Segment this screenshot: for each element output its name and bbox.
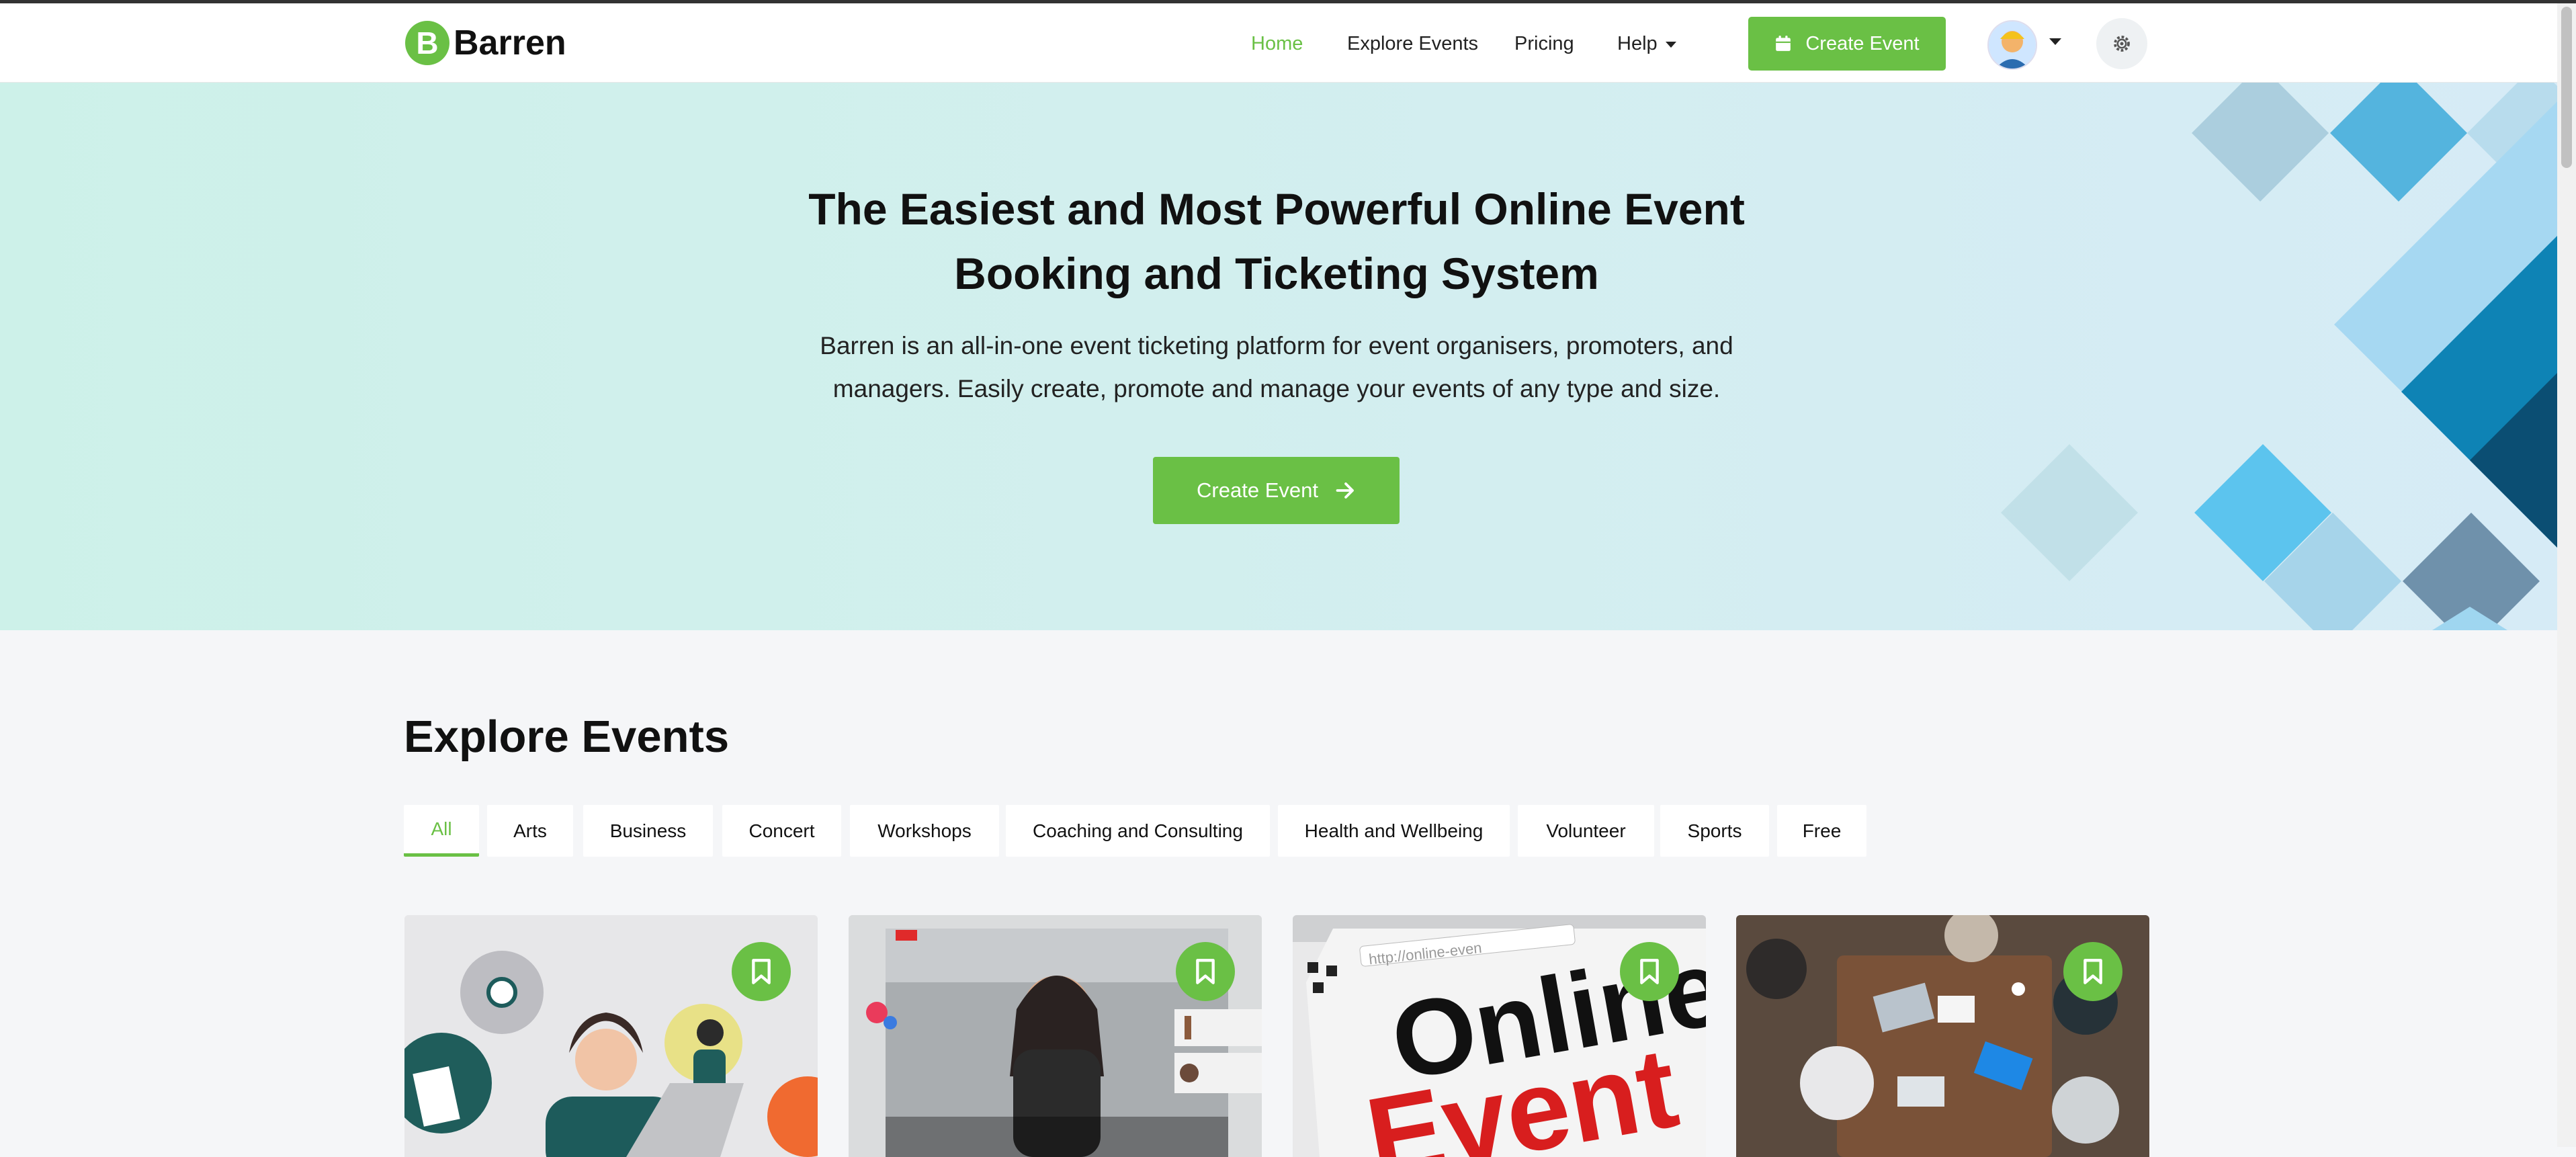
top-navbar: B Barren Home Explore Events Pricing Hel… [0,3,2557,83]
bookmark-button[interactable] [1176,942,1235,1001]
tab-health-wellbeing[interactable]: Health and Wellbeing [1278,805,1510,857]
logo-text: Barren [454,24,566,62]
nav-home[interactable]: Home [1251,33,1303,55]
user-avatar[interactable] [1987,20,2037,70]
tab-free[interactable]: Free [1777,805,1866,857]
create-event-button[interactable]: Create Event [1748,17,1946,71]
nav-help-dropdown[interactable]: Help [1617,33,1676,55]
tab-volunteer[interactable]: Volunteer [1518,805,1654,857]
logo[interactable]: B Barren [405,21,566,65]
hero-section: The Easiest and Most Powerful Online Eve… [0,83,2557,630]
logo-mark: B [405,21,449,65]
tab-all[interactable]: All [404,805,479,857]
nav-pricing[interactable]: Pricing [1514,33,1574,55]
tab-sports[interactable]: Sports [1660,805,1769,857]
bookmark-button[interactable] [2063,942,2122,1001]
hero-create-event-label: Create Event [1197,478,1318,502]
arrow-right-icon [1336,482,1354,499]
hero-title: The Easiest and Most Powerful Online Eve… [808,184,1745,298]
scrollbar-thumb[interactable] [2561,7,2572,168]
tab-workshops[interactable]: Workshops [850,805,999,857]
event-card[interactable]: http://online-even Online Event [1293,915,1706,1157]
bookmark-icon [752,959,771,984]
bookmark-icon [1640,959,1659,984]
explore-events-title: Explore Events [404,712,730,762]
create-event-label: Create Event [1805,32,1920,54]
tab-arts[interactable]: Arts [487,805,573,857]
event-card[interactable] [1736,915,2149,1157]
event-card[interactable] [404,915,818,1157]
nav-explore-events[interactable]: Explore Events [1347,33,1478,55]
calendar-icon [1776,36,1791,51]
theme-toggle-button[interactable] [2096,18,2147,69]
hero-create-event-button[interactable]: Create Event [1153,457,1400,524]
bookmark-icon [2084,959,2102,984]
event-card[interactable] [849,915,1262,1157]
bookmark-button[interactable] [1620,942,1679,1001]
avatar-image [1989,22,2036,69]
avatar-dropdown-icon[interactable] [2049,38,2061,45]
scrollbar-track[interactable] [2557,3,2576,1147]
tab-coaching-consulting[interactable]: Coaching and Consulting [1006,805,1270,857]
tab-business[interactable]: Business [583,805,713,857]
hero-subtitle: Barren is an all-in-one event ticketing … [820,332,1733,402]
caret-down-icon [1665,41,1676,48]
bookmark-icon [1196,959,1215,984]
gear-icon [2114,36,2130,52]
tab-concert[interactable]: Concert [722,805,841,857]
nav-help-label: Help [1617,33,1658,54]
bookmark-button[interactable] [732,942,791,1001]
